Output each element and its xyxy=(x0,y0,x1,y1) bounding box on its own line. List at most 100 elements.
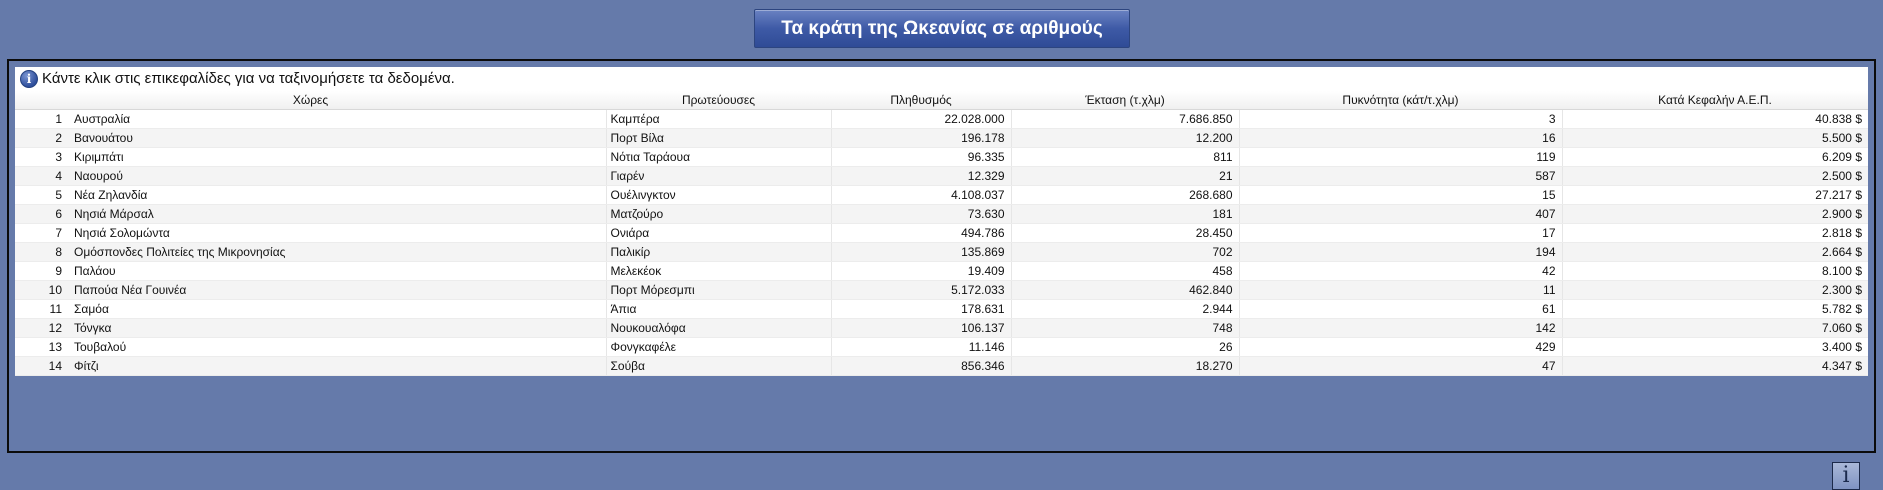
cell-country: Βανουάτου xyxy=(70,128,607,148)
cell-population: 178.631 xyxy=(831,299,1012,319)
cell-area: 181 xyxy=(1011,204,1240,224)
cell-area: 811 xyxy=(1011,147,1240,167)
column-header-population[interactable]: Πληθυσμός xyxy=(831,91,1011,110)
cell-density: 3 xyxy=(1239,109,1563,129)
table-row: 11 Σαμόα Άπια 178.631 2.944 61 5.782 $ xyxy=(15,299,1868,319)
cell-gdp: 8.100 $ xyxy=(1562,261,1868,281)
cell-capital: Παλικίρ xyxy=(606,242,832,262)
cell-density: 194 xyxy=(1239,242,1563,262)
cell-density: 61 xyxy=(1239,299,1563,319)
cell-area: 2.944 xyxy=(1011,299,1240,319)
cell-density: 429 xyxy=(1239,337,1563,357)
row-index: 11 xyxy=(15,299,70,319)
cell-capital: Ματζούρο xyxy=(606,204,832,224)
row-index: 4 xyxy=(15,166,70,186)
cell-density: 42 xyxy=(1239,261,1563,281)
cell-capital: Πορτ Βίλα xyxy=(606,128,832,148)
table-row: 1 Αυστραλία Καμπέρα 22.028.000 7.686.850 3 40.… xyxy=(15,109,1868,129)
cell-country: Παπούα Νέα Γουινέα xyxy=(70,280,607,300)
table-row: 12 Τόνγκα Νουκουαλόφα 106.137 748 142 7.060 $ xyxy=(15,318,1868,338)
row-index: 14 xyxy=(15,356,70,376)
data-table-container: Χώρες Πρωτεύουσες Πληθυσμός Έκταση (τ.χλ… xyxy=(15,91,1868,376)
table-row: 13 Τουβαλού Φονγκαφέλε 11.146 26 429 3.400 $ xyxy=(15,337,1868,357)
cell-gdp: 2.818 $ xyxy=(1562,223,1868,243)
cell-capital: Νότια Ταράουα xyxy=(606,147,832,167)
table-row: 9 Παλάου Μελεκέοκ 19.409 458 42 8.100 $ xyxy=(15,261,1868,281)
cell-gdp: 6.209 $ xyxy=(1562,147,1868,167)
cell-area: 462.840 xyxy=(1011,280,1240,300)
cell-density: 15 xyxy=(1239,185,1563,205)
cell-gdp: 40.838 $ xyxy=(1562,109,1868,129)
row-index: 2 xyxy=(15,128,70,148)
cell-density: 142 xyxy=(1239,318,1563,338)
cell-country: Νησιά Μάρσαλ xyxy=(70,204,607,224)
cell-population: 22.028.000 xyxy=(831,109,1012,129)
hint-bar: i Κάντε κλικ στις επικεφαλίδες για να τα… xyxy=(15,67,1868,91)
cell-country: Τουβαλού xyxy=(70,337,607,357)
cell-density: 16 xyxy=(1239,128,1563,148)
cell-density: 407 xyxy=(1239,204,1563,224)
cell-capital: Νουκουαλόφα xyxy=(606,318,832,338)
cell-country: Σαμόα xyxy=(70,299,607,319)
cell-country: Τόνγκα xyxy=(70,318,607,338)
cell-population: 11.146 xyxy=(831,337,1012,357)
row-index: 12 xyxy=(15,318,70,338)
cell-country: Κιριμπάτι xyxy=(70,147,607,167)
column-header-density[interactable]: Πυκνότητα (κάτ/τ.χλμ) xyxy=(1239,91,1562,110)
cell-gdp: 2.300 $ xyxy=(1562,280,1868,300)
table-row: 10 Παπούα Νέα Γουινέα Πορτ Μόρεσμπι 5.172.0… xyxy=(15,280,1868,300)
cell-country: Ναουρού xyxy=(70,166,607,186)
cell-capital: Πορτ Μόρεσμπι xyxy=(606,280,832,300)
cell-gdp: 2.900 $ xyxy=(1562,204,1868,224)
cell-population: 135.869 xyxy=(831,242,1012,262)
info-icon[interactable]: i xyxy=(1832,462,1860,490)
cell-area: 21 xyxy=(1011,166,1240,186)
table-row: 5 Νέα Ζηλανδία Ουέλινγκτον 4.108.037 268.680… xyxy=(15,185,1868,205)
cell-capital: Άπια xyxy=(606,299,832,319)
column-header-capital[interactable]: Πρωτεύουσες xyxy=(606,91,831,110)
cell-population: 19.409 xyxy=(831,261,1012,281)
row-index: 1 xyxy=(15,109,70,129)
cell-capital: Φονγκαφέλε xyxy=(606,337,832,357)
cell-gdp: 4.347 $ xyxy=(1562,356,1868,376)
row-index: 7 xyxy=(15,223,70,243)
cell-gdp: 2.664 $ xyxy=(1562,242,1868,262)
column-header-area[interactable]: Έκταση (τ.χλμ) xyxy=(1011,91,1239,110)
cell-country: Παλάου xyxy=(70,261,607,281)
cell-capital: Σούβα xyxy=(606,356,832,376)
cell-area: 26 xyxy=(1011,337,1240,357)
cell-population: 856.346 xyxy=(831,356,1012,376)
row-index: 10 xyxy=(15,280,70,300)
table-row: 8 Ομόσπονδες Πολιτείες της Μικρονησίας Παλ… xyxy=(15,242,1868,262)
cell-density: 17 xyxy=(1239,223,1563,243)
cell-density: 47 xyxy=(1239,356,1563,376)
cell-density: 11 xyxy=(1239,280,1563,300)
column-header-gdp[interactable]: Κατά Κεφαλήν Α.Ε.Π. xyxy=(1562,91,1868,110)
cell-country: Αυστραλία xyxy=(70,109,607,129)
cell-country: Νησιά Σολομώντα xyxy=(70,223,607,243)
cell-population: 96.335 xyxy=(831,147,1012,167)
cell-gdp: 2.500 $ xyxy=(1562,166,1868,186)
hint-text: Κάντε κλικ στις επικεφαλίδες για να ταξι… xyxy=(42,70,455,87)
cell-country: Φίτζι xyxy=(70,356,607,376)
row-index: 3 xyxy=(15,147,70,167)
cell-gdp: 5.500 $ xyxy=(1562,128,1868,148)
cell-capital: Μελεκέοκ xyxy=(606,261,832,281)
cell-area: 458 xyxy=(1011,261,1240,281)
cell-population: 196.178 xyxy=(831,128,1012,148)
cell-area: 702 xyxy=(1011,242,1240,262)
cell-country: Νέα Ζηλανδία xyxy=(70,185,607,205)
table-header-row: Χώρες Πρωτεύουσες Πληθυσμός Έκταση (τ.χλ… xyxy=(15,91,1868,110)
cell-capital: Καμπέρα xyxy=(606,109,832,129)
data-table: Χώρες Πρωτεύουσες Πληθυσμός Έκταση (τ.χλ… xyxy=(15,91,1868,376)
cell-density: 119 xyxy=(1239,147,1563,167)
cell-capital: Γιαρέν xyxy=(606,166,832,186)
row-index: 13 xyxy=(15,337,70,357)
cell-area: 12.200 xyxy=(1011,128,1240,148)
table-row: 2 Βανουάτου Πορτ Βίλα 196.178 12.200 16 5.500 … xyxy=(15,128,1868,148)
row-index: 5 xyxy=(15,185,70,205)
cell-area: 748 xyxy=(1011,318,1240,338)
cell-gdp: 27.217 $ xyxy=(1562,185,1868,205)
column-header-country[interactable]: Χώρες xyxy=(15,91,606,110)
cell-population: 5.172.033 xyxy=(831,280,1012,300)
